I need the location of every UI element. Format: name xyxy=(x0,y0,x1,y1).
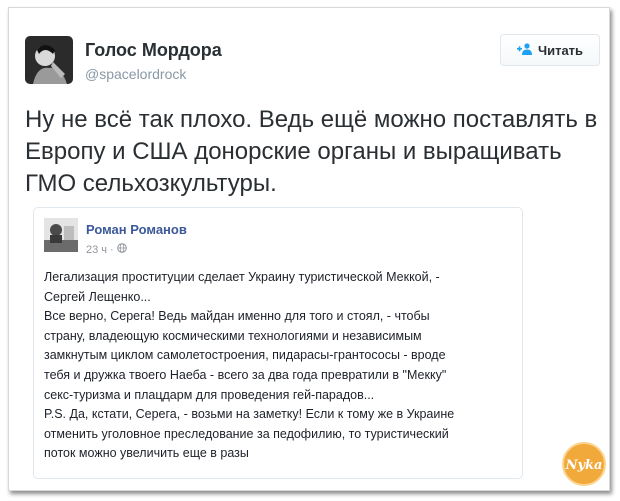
add-user-icon xyxy=(516,42,533,58)
quoted-author-avatar[interactable] xyxy=(44,218,78,252)
svg-text:Nyka: Nyka xyxy=(565,458,603,473)
quoted-post-time[interactable]: 23 ч xyxy=(86,244,107,256)
tweet-text: Ну не всё так плохо. Ведь ещё можно пост… xyxy=(25,106,598,197)
globe-icon xyxy=(116,243,127,256)
quoted-author-name[interactable]: Роман Романов xyxy=(86,222,187,237)
follow-button-label: Читать xyxy=(537,42,584,58)
meta-separator: · xyxy=(110,243,114,256)
author-avatar[interactable] xyxy=(25,36,73,84)
quoted-post[interactable]: Роман Романов 23 ч · Легализация простит… xyxy=(33,207,523,479)
quoted-post-meta: 23 ч · xyxy=(86,243,127,256)
author-handle[interactable]: @spacelordrock xyxy=(85,66,186,82)
follow-button[interactable]: Читать xyxy=(500,34,600,66)
nyka-watermark-logo: Nyka xyxy=(561,441,607,487)
author-name[interactable]: Голос Мордора xyxy=(85,40,222,61)
quoted-post-text: Легализация проституции сделает Украину … xyxy=(44,270,455,461)
tweet-card: Голос Мордора @spacelordrock Читать Ну н… xyxy=(8,7,610,491)
